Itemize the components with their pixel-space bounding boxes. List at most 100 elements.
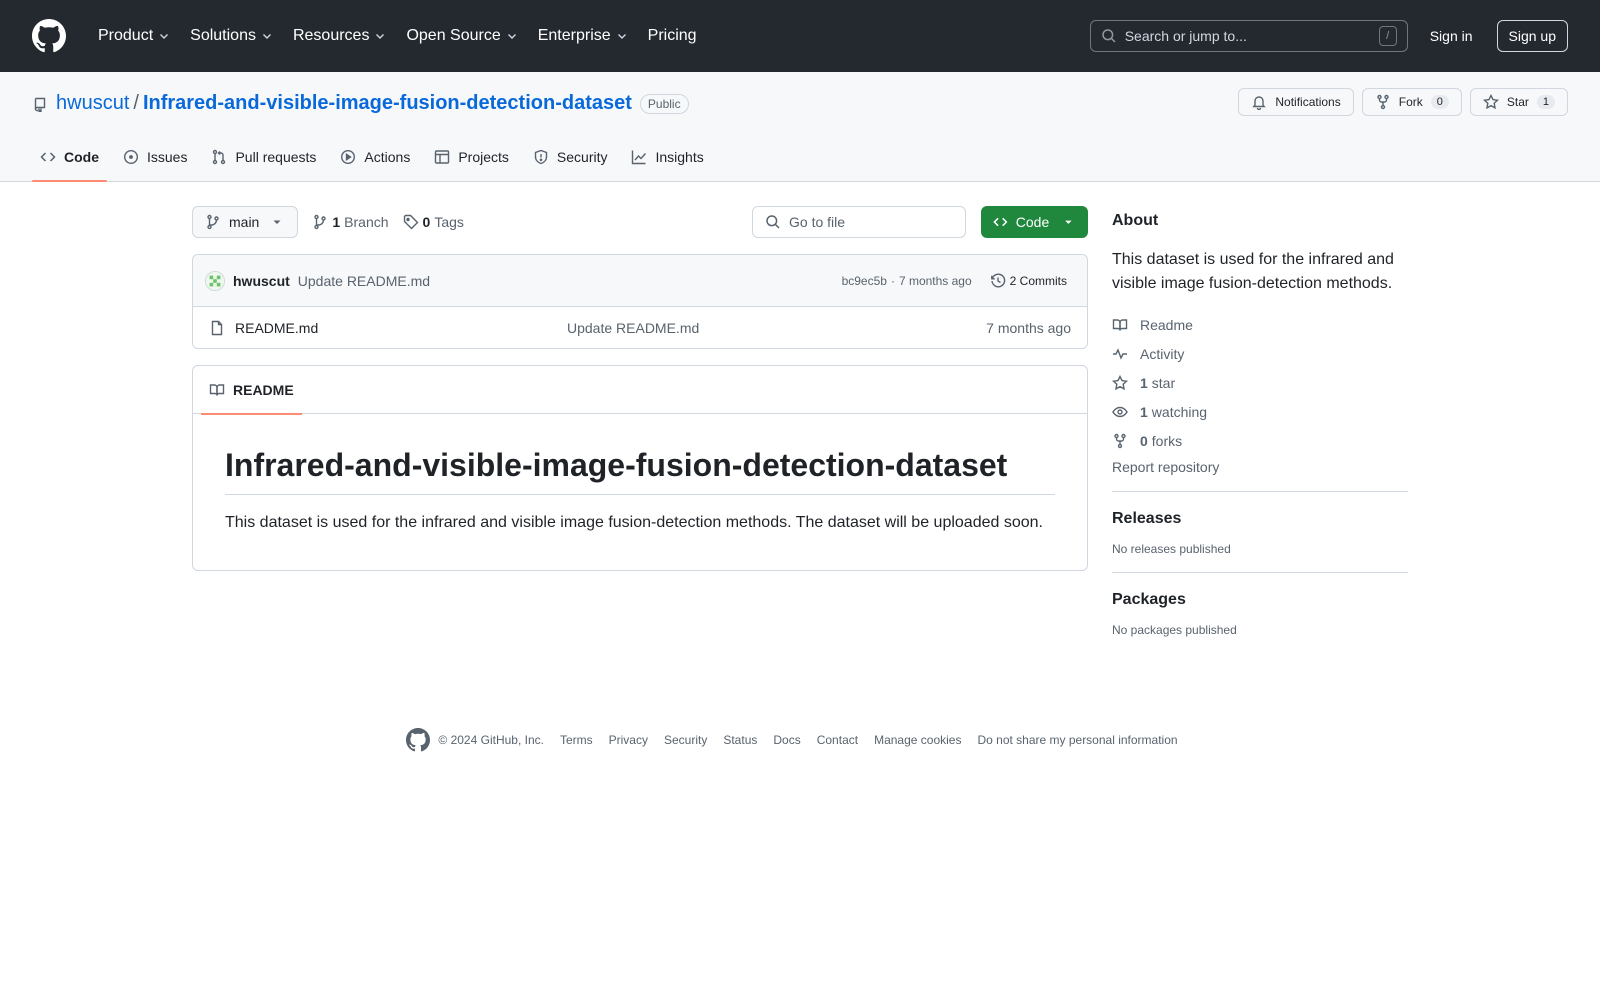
global-search-input[interactable]: Search or jump to... / [1089, 20, 1408, 52]
repo-owner-link[interactable]: hwuscut [56, 92, 129, 115]
forks-link[interactable]: 0 forks [1112, 426, 1408, 455]
footer-link-do-not-share[interactable]: Do not share my personal information [977, 733, 1177, 747]
issue-icon [123, 149, 139, 165]
repo-title: hwuscut / Infrared-and-visible-image-fus… [32, 92, 689, 115]
repo-sidebar: About This dataset is used for the infra… [1112, 206, 1408, 637]
avatar[interactable] [205, 270, 225, 291]
search-icon [766, 215, 780, 229]
watchers-link[interactable]: 1 watching [1112, 397, 1408, 426]
star-label: Star [1506, 95, 1529, 109]
about-heading: About [1112, 212, 1159, 229]
footer-link-privacy[interactable]: Privacy [609, 733, 648, 747]
file-commit-age: 7 months ago [986, 319, 1071, 336]
sidebar-divider [1112, 572, 1408, 573]
activity-link[interactable]: Activity [1112, 339, 1408, 368]
tab-actions[interactable]: Actions [332, 133, 418, 181]
packages-heading[interactable]: Packages [1112, 591, 1408, 609]
fork-icon [1114, 433, 1126, 448]
github-logo-icon[interactable] [32, 19, 66, 53]
nav-resources[interactable]: Resources [283, 19, 396, 53]
branch-selector[interactable]: main [192, 206, 299, 238]
file-name-link[interactable]: README.md [235, 320, 318, 336]
footer-copyright: © 2024 GitHub, Inc. [438, 733, 544, 747]
commit-message[interactable]: Update README.md [298, 273, 430, 289]
nav-pricing-label: Pricing [647, 27, 697, 44]
repo-header: hwuscut / Infrared-and-visible-image-fus… [0, 72, 1600, 182]
github-logo-icon[interactable] [406, 728, 431, 752]
repo-name-link[interactable]: Infrared-and-visible-image-fusion-detect… [143, 92, 632, 115]
repo-icon [34, 97, 46, 112]
footer-link-manage-cookies[interactable]: Manage cookies [874, 733, 961, 747]
triangle-down-icon [273, 220, 281, 224]
footer-link-terms[interactable]: Terms [560, 733, 593, 747]
commits-count-label: 2 Commits [1009, 273, 1067, 288]
go-to-file-placeholder: Go to file [789, 214, 846, 230]
chevron-down-icon [262, 34, 271, 39]
sign-up-button[interactable]: Sign up [1496, 20, 1568, 52]
footer-link-status[interactable]: Status [723, 733, 757, 747]
footer-link-docs[interactable]: Docs [773, 733, 800, 747]
commit-hash[interactable]: bc9ec5b [842, 274, 887, 288]
search-placeholder: Search or jump to... [1124, 28, 1247, 44]
nav-open-source[interactable]: Open Source [396, 19, 527, 53]
code-icon [993, 217, 1008, 227]
branches-link[interactable]: 1 Branch [312, 214, 389, 230]
nav-product[interactable]: Product [88, 19, 180, 53]
notifications-button[interactable]: Notifications [1238, 88, 1354, 116]
table-icon [435, 150, 450, 164]
fork-label: Fork [1398, 95, 1423, 109]
file-commit-message[interactable]: Update README.md [567, 320, 699, 336]
fork-icon [1377, 94, 1389, 110]
global-header: Product Solutions Resources Open Source … [0, 0, 1600, 72]
tab-insights[interactable]: Insights [623, 133, 711, 181]
readme-paragraph: This dataset is used for the infrared an… [225, 514, 1043, 532]
fork-button[interactable]: Fork 0 [1361, 88, 1462, 116]
repo-path-separator: / [133, 92, 139, 114]
nav-pricing[interactable]: Pricing [638, 19, 707, 53]
tab-issues-label: Issues [147, 149, 188, 165]
tab-code-label: Code [64, 149, 99, 165]
top-nav: Product Solutions Resources Open Source … [88, 19, 707, 53]
branch-name: main [229, 214, 260, 230]
star-button[interactable]: Star 1 [1469, 88, 1568, 116]
readme-tab[interactable]: README [201, 366, 302, 415]
commit-author[interactable]: hwuscut [233, 273, 290, 289]
about-links: Readme Activity 1 star 1 watching 0 fork… [1112, 310, 1408, 455]
tab-projects[interactable]: Projects [426, 133, 517, 181]
page-footer: © 2024 GitHub, Inc. Terms Privacy Securi… [0, 728, 1600, 752]
nav-product-label: Product [98, 27, 154, 44]
chevron-down-icon [160, 34, 169, 39]
tab-code[interactable]: Code [32, 133, 107, 182]
nav-resources-label: Resources [292, 27, 370, 44]
code-button-label: Code [1015, 214, 1050, 230]
code-dropdown-button[interactable]: Code [981, 206, 1088, 238]
tab-pull-requests[interactable]: Pull requests [203, 133, 324, 181]
commits-history-link[interactable]: 2 Commits [990, 272, 1067, 289]
eye-icon [1112, 406, 1128, 417]
fork-count: 0 [1430, 95, 1449, 109]
nav-enterprise[interactable]: Enterprise [528, 19, 638, 53]
pulse-icon [1113, 347, 1127, 360]
nav-solutions[interactable]: Solutions [180, 19, 283, 53]
readme-heading: Infrared-and-visible-image-fusion-detect… [225, 446, 1055, 496]
readme-content: Infrared-and-visible-image-fusion-detect… [193, 414, 1087, 535]
footer-link-security[interactable]: Security [664, 733, 707, 747]
tab-actions-label: Actions [364, 149, 411, 165]
notifications-label: Notifications [1275, 95, 1341, 109]
stars-link[interactable]: 1 star [1112, 368, 1408, 397]
tags-link[interactable]: 0 Tags [403, 214, 464, 230]
go-to-file-input[interactable]: Go to file [752, 206, 966, 238]
file-list: hwuscut Update README.md bc9ec5b · 7 mon… [192, 254, 1088, 349]
tab-security[interactable]: Security [525, 133, 616, 181]
readme-link[interactable]: Readme [1112, 310, 1408, 339]
identicon-icon [206, 271, 224, 290]
tag-count: 0 [422, 214, 431, 230]
forks-count: 0 [1140, 432, 1148, 449]
footer-link-contact[interactable]: Contact [817, 733, 858, 747]
tab-issues[interactable]: Issues [115, 133, 195, 181]
sign-in-link[interactable]: Sign in [1430, 28, 1473, 44]
releases-heading[interactable]: Releases [1112, 510, 1408, 528]
report-repository-link[interactable]: Report repository [1112, 459, 1408, 475]
triangle-down-icon [1065, 220, 1072, 224]
latest-commit-bar: hwuscut Update README.md bc9ec5b · 7 mon… [193, 255, 1087, 307]
